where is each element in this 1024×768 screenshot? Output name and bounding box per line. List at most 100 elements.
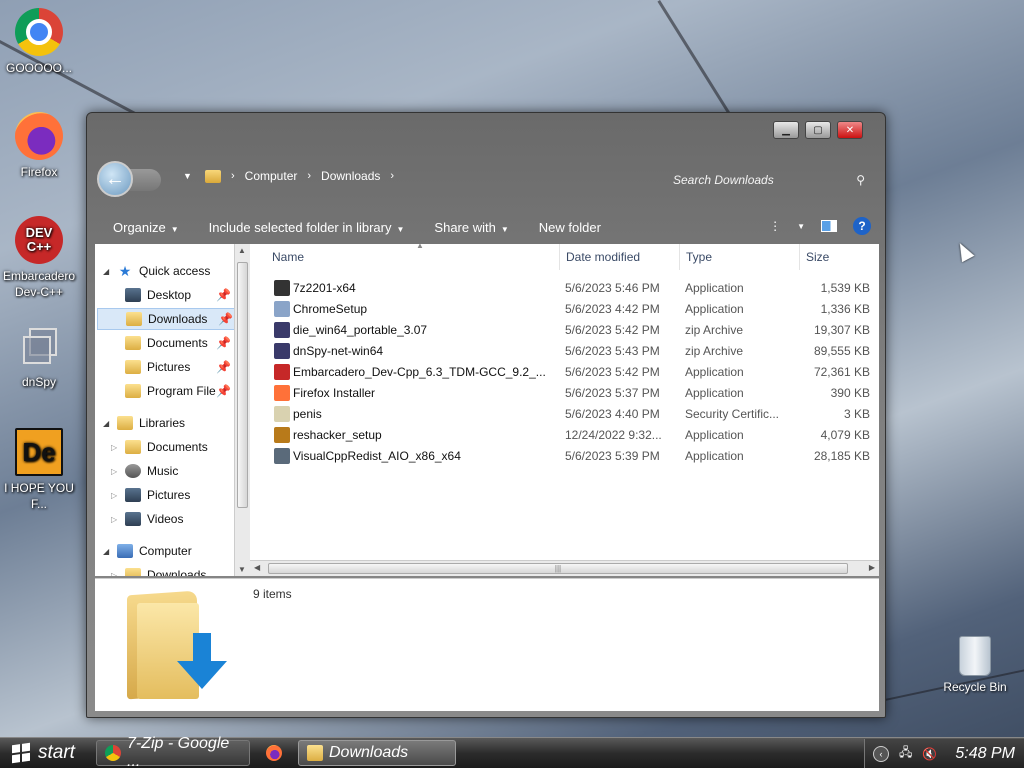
firefox-icon bbox=[15, 112, 63, 160]
file-row[interactable]: Firefox Installer 5/6/2023 5:37 PM Applica… bbox=[270, 383, 874, 404]
file-row[interactable]: die_win64_portable_3.07 5/6/2023 5:42 PM z… bbox=[270, 320, 874, 341]
scrollbar-thumb[interactable] bbox=[237, 262, 248, 508]
desktop-icon-devcpp[interactable]: DEV C++ Embarcadero Dev-C++ bbox=[1, 216, 77, 300]
file-row[interactable]: dnSpy-net-win64 5/6/2023 5:43 PM zip Archi… bbox=[270, 341, 874, 362]
search-input[interactable]: Search Downloads ⚲ bbox=[669, 169, 869, 191]
tree-libraries[interactable]: ◢ Libraries bbox=[103, 412, 185, 434]
file-row[interactable]: Embarcadero_Dev-Cpp_6.3_TDM-GCC_9.2_... 5… bbox=[270, 362, 874, 383]
file-size: 3 KB bbox=[843, 407, 870, 421]
file-size: 89,555 KB bbox=[813, 344, 870, 358]
mouse-cursor-icon bbox=[953, 239, 975, 263]
column-name[interactable]: Name ▲ bbox=[266, 244, 560, 270]
chevron-right-icon[interactable]: › bbox=[390, 170, 394, 182]
collapse-icon: ▷ bbox=[111, 490, 118, 500]
tree-lib-pictures[interactable]: ▷ Pictures bbox=[111, 484, 190, 506]
show-hidden-icons-icon[interactable]: ‹ bbox=[873, 745, 889, 762]
tree-computer[interactable]: ◢ Computer bbox=[103, 540, 192, 562]
scroll-right-icon[interactable]: ▶ bbox=[869, 563, 875, 572]
file-row[interactable]: 7z2201-x64 5/6/2023 5:46 PM Application 1,5… bbox=[270, 278, 874, 299]
file-type: Application bbox=[685, 449, 744, 463]
pin-icon: 📌 bbox=[218, 312, 233, 326]
desktop-icon-recycle-bin[interactable]: Recycle Bin bbox=[940, 636, 1010, 694]
tree-program-files[interactable]: Program File 📌 bbox=[125, 380, 237, 402]
desktop-icon-dnspy[interactable]: dnSpy bbox=[1, 322, 77, 390]
devcpp-icon bbox=[274, 364, 290, 380]
include-in-library-button[interactable]: Include selected folder in library ▼ bbox=[209, 220, 405, 235]
scroll-up-icon[interactable]: ▲ bbox=[238, 246, 246, 255]
taskbar-item-chrome[interactable]: 7-Zip - Google ... bbox=[96, 735, 250, 768]
7zip-icon bbox=[274, 280, 290, 296]
clock[interactable]: 5:48 PM bbox=[955, 745, 1015, 763]
pin-icon: 📌 bbox=[216, 360, 231, 374]
volume-muted-icon[interactable]: 🔇 bbox=[922, 747, 937, 761]
collapse-icon: ▷ bbox=[111, 570, 118, 577]
breadcrumb-computer[interactable]: Computer bbox=[245, 169, 298, 183]
folder-icon bbox=[125, 360, 141, 374]
devcpp-icon: DEV C++ bbox=[15, 216, 63, 264]
file-row[interactable]: ChromeSetup 5/6/2023 4:42 PM Application 1,… bbox=[270, 299, 874, 320]
column-type[interactable]: Type bbox=[680, 244, 800, 270]
taskbar-item-firefox[interactable] bbox=[258, 740, 294, 766]
minimize-button[interactable]: ▁ bbox=[773, 121, 799, 139]
desktop-icon-chrome[interactable]: GOOOOO... bbox=[1, 8, 77, 76]
tree-lib-music[interactable]: ▷ Music bbox=[111, 460, 178, 482]
view-dropdown-icon[interactable]: ▼ bbox=[797, 222, 805, 231]
help-icon[interactable]: ? bbox=[853, 217, 871, 235]
tree-lib-documents[interactable]: ▷ Documents bbox=[111, 436, 208, 458]
file-date: 5/6/2023 5:46 PM bbox=[565, 281, 660, 295]
scrollbar-thumb[interactable]: ||| bbox=[268, 563, 848, 574]
close-button[interactable]: ✕ bbox=[837, 121, 863, 139]
tree-quick-access[interactable]: ◢ ★ Quick access bbox=[103, 260, 210, 282]
file-date: 5/6/2023 5:42 PM bbox=[565, 365, 660, 379]
column-date-modified[interactable]: Date modified bbox=[560, 244, 680, 270]
back-button[interactable]: ← bbox=[97, 161, 133, 197]
file-size: 1,539 KB bbox=[820, 281, 870, 295]
folder-icon bbox=[126, 312, 142, 326]
preview-pane-icon[interactable] bbox=[821, 220, 837, 232]
desktop-icon-label: I HOPE YOU F... bbox=[4, 481, 74, 511]
file-row[interactable]: VisualCppRedist_AIO_x86_x64 5/6/2023 5:39… bbox=[270, 446, 874, 467]
chevron-right-icon[interactable]: › bbox=[307, 170, 311, 182]
network-icon[interactable]: 🖧 bbox=[899, 743, 912, 764]
scroll-left-icon[interactable]: ◀ bbox=[254, 563, 260, 572]
setup-icon bbox=[274, 301, 290, 317]
music-icon bbox=[125, 464, 141, 478]
file-row[interactable]: penis 5/6/2023 4:40 PM Security Certific..… bbox=[270, 404, 874, 425]
desktop-icon-de[interactable]: De I HOPE YOU F... bbox=[1, 428, 77, 512]
pin-icon: 📌 bbox=[216, 288, 231, 302]
start-button[interactable]: start bbox=[4, 740, 83, 766]
desktop-icon-label: GOOOOO... bbox=[5, 61, 72, 75]
pin-icon: 📌 bbox=[216, 336, 231, 350]
file-date: 5/6/2023 5:42 PM bbox=[565, 323, 660, 337]
collapse-icon: ▷ bbox=[111, 442, 118, 452]
scroll-down-icon[interactable]: ▼ bbox=[238, 565, 246, 574]
address-bar-row: ← ▼ › Computer › Downloads › Search Down… bbox=[95, 159, 877, 199]
tree-desktop[interactable]: Desktop 📌 bbox=[125, 284, 237, 306]
expand-icon: ◢ bbox=[103, 418, 110, 428]
recent-pages-dropdown[interactable]: ▼ bbox=[183, 171, 192, 181]
navigation-pane: ◢ ★ Quick access Desktop 📌 Downloads 📌 Docum… bbox=[95, 244, 242, 576]
view-options-icon[interactable]: ⋮ bbox=[769, 219, 781, 233]
organize-button[interactable]: Organize ▼ bbox=[113, 220, 179, 235]
tree-computer-downloads[interactable]: ▷ Downloads bbox=[111, 564, 206, 576]
folder-icon bbox=[125, 384, 141, 398]
tree-documents[interactable]: Documents 📌 bbox=[125, 332, 237, 354]
maximize-button[interactable]: ▢ bbox=[805, 121, 831, 139]
breadcrumb-downloads[interactable]: Downloads bbox=[321, 169, 380, 183]
search-icon[interactable]: ⚲ bbox=[856, 173, 865, 187]
tree-lib-videos[interactable]: ▷ Videos bbox=[111, 508, 183, 530]
tree-pictures[interactable]: Pictures 📌 bbox=[125, 356, 237, 378]
tree-downloads[interactable]: Downloads 📌 bbox=[97, 308, 240, 330]
new-folder-button[interactable]: New folder bbox=[539, 220, 601, 235]
chevron-right-icon[interactable]: › bbox=[231, 170, 235, 182]
share-with-button[interactable]: Share with ▼ bbox=[434, 220, 508, 235]
nav-pane-scrollbar[interactable]: ▲ ▼ bbox=[234, 244, 250, 576]
file-type: Security Certific... bbox=[685, 407, 780, 421]
column-size[interactable]: Size bbox=[800, 244, 879, 270]
folder-icon bbox=[125, 336, 141, 350]
file-list-horizontal-scrollbar[interactable]: ◀ ||| ▶ bbox=[250, 560, 879, 576]
desktop-icon-firefox[interactable]: Firefox bbox=[1, 112, 77, 180]
taskbar-item-downloads[interactable]: Downloads bbox=[298, 740, 456, 766]
file-size: 1,336 KB bbox=[820, 302, 870, 316]
file-row[interactable]: reshacker_setup 12/24/2022 9:32... Applica… bbox=[270, 425, 874, 446]
